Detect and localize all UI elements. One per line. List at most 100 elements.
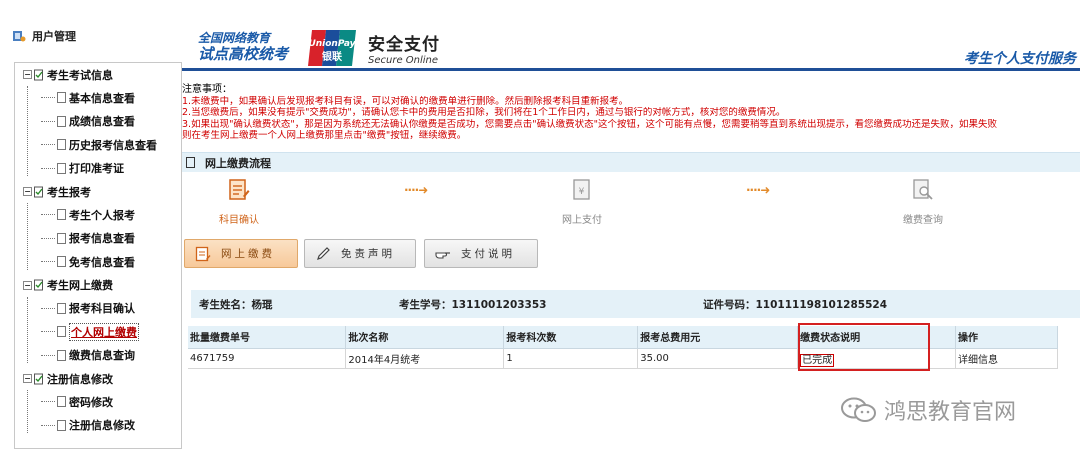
page-header: 全国网络教育 试点高校统考 UnionPay 银联 安全支付 Secure On… — [182, 0, 1080, 78]
sidebar-title: 用户管理 — [12, 28, 76, 44]
collapse-icon[interactable]: − — [23, 70, 32, 79]
watermark-text: 鸿思教育官网 — [884, 400, 1017, 425]
disclaimer-label: 免责声明 — [341, 248, 395, 260]
step-label: 缴费查询 — [903, 215, 943, 226]
student-name: 考生姓名：杨琨 — [199, 298, 273, 311]
nav-tree: − 考生考试信息 基本信息查看 成绩信息查看 历史报考信息查看 打印准考证 − … — [14, 62, 182, 449]
svg-text:UnionPay: UnionPay — [308, 39, 356, 49]
student-info-bar: 考生姓名：杨琨 考生学号：1311001203353 证件号码：11011119… — [191, 290, 1080, 318]
sidebar-item-subject-confirm[interactable]: 报考科目确认 — [15, 297, 181, 321]
header-right-title: 考生个人支付服务 — [964, 51, 1076, 67]
collapse-icon[interactable]: − — [23, 374, 32, 383]
online-pay-label: 网上缴费 — [221, 248, 275, 260]
page-icon — [57, 349, 66, 361]
sidebar-item-exemption-info[interactable]: 免考信息查看 — [15, 250, 181, 274]
sidebar-item-payment-query[interactable]: 缴费信息查询 — [15, 344, 181, 368]
svg-text:银联: 银联 — [322, 50, 342, 63]
column-header: 缴费状态说明 — [797, 326, 957, 349]
notice-item: 3.如果出现"确认缴费状态"，那是因为系统还无法确认你缴费是否成功，您需要点击"… — [182, 118, 998, 130]
sidebar-item-scores[interactable]: 成绩信息查看 — [15, 110, 181, 134]
page-icon — [57, 115, 66, 127]
tree-parent-exam-info[interactable]: − 考生考试信息 — [15, 63, 181, 86]
detail-link[interactable]: 详细信息 — [955, 348, 1058, 369]
sidebar-item-history[interactable]: 历史报考信息查看 — [15, 133, 181, 157]
page-icon — [57, 256, 66, 268]
batch-number-cell: 4671759 — [188, 348, 347, 369]
header-divider — [182, 68, 1080, 71]
sidebar-item-password[interactable]: 密码修改 — [15, 390, 181, 414]
step-label: 网上支付 — [562, 215, 602, 226]
search-document-icon — [913, 179, 933, 200]
tree-parent-account[interactable]: − 注册信息修改 — [15, 367, 181, 390]
sidebar-item-personal-payment[interactable]: 个人网上缴费 — [15, 320, 181, 344]
secure-payment-label: 安全支付 Secure Online — [368, 35, 440, 66]
notice-item: 则在考生网上缴费一个人网上缴费那里点击"缴费"按钮，继续缴费。 — [182, 130, 467, 141]
table-header-row: 批量缴费单号 批次名称 报考科次数 报考总费用元 缴费状态说明 操作 — [188, 326, 1058, 349]
sidebar-item-personal-registration[interactable]: 考生个人报考 — [15, 203, 181, 227]
page-icon — [57, 92, 66, 104]
user-management-icon — [13, 31, 26, 42]
sidebar-item-edit-registration[interactable]: 注册信息修改 — [15, 414, 181, 438]
batch-name-cell: 2014年4月统考 — [345, 348, 505, 369]
page-icon — [57, 139, 66, 151]
arrow-right-icon: ····➜ — [404, 183, 428, 197]
tree-parent-registration[interactable]: − 考生报考 — [15, 180, 181, 203]
sidebar-item-registration-info[interactable]: 报考信息查看 — [15, 227, 181, 251]
collapse-icon[interactable]: − — [23, 187, 32, 196]
watermark: 鸿思教育官网 — [840, 394, 1016, 426]
disclaimer-button[interactable]: 免责声明 — [304, 239, 416, 268]
folder-icon — [34, 279, 43, 291]
folder-icon — [34, 373, 43, 384]
sidebar: 用户管理 − 考生考试信息 基本信息查看 成绩信息查看 历史报考信息查看 打印准… — [0, 0, 182, 453]
document-edit-icon — [229, 179, 250, 200]
table-row: 4671759 2014年4月统考 1 35.00 已完成 详细信息 — [188, 348, 1058, 369]
column-header: 报考总费用元 — [637, 326, 799, 349]
payment-table: 批量缴费单号 批次名称 报考科次数 报考总费用元 缴费状态说明 操作 46717… — [188, 326, 1058, 369]
unionpay-logo-icon: UnionPay 银联 — [308, 30, 357, 66]
wechat-icon — [841, 397, 876, 422]
sidebar-title-label: 用户管理 — [32, 30, 76, 43]
page-icon — [57, 396, 66, 408]
arrow-right-icon: ····➜ — [746, 183, 770, 197]
step-subject-confirm: 科目确认 — [214, 178, 264, 226]
page-icon — [57, 162, 66, 174]
payment-instructions-button[interactable]: 支付说明 — [424, 239, 538, 268]
exam-logo: 全国网络教育 试点高校统考 — [198, 31, 289, 63]
folder-icon — [34, 69, 43, 80]
tree-group-account: − 注册信息修改 密码修改 注册信息修改 — [15, 367, 181, 437]
column-header: 报考科次数 — [503, 326, 639, 349]
page-icon — [57, 419, 66, 431]
notice-item: 2.当您缴费后，如果没有提示"交费成功"，请确认您卡中的费用是否扣除，我们将在1… — [182, 107, 786, 118]
column-header: 批次名称 — [345, 326, 505, 349]
total-fee-cell: 35.00 — [637, 348, 799, 369]
tree-parent-online-payment[interactable]: − 考生网上缴费 — [15, 274, 181, 297]
page-icon — [57, 232, 66, 244]
page-icon — [57, 209, 66, 221]
page-icon — [57, 302, 66, 314]
tree-group-exam-info: − 考生考试信息 基本信息查看 成绩信息查看 历史报考信息查看 打印准考证 — [15, 63, 181, 180]
column-header: 批量缴费单号 — [188, 326, 347, 349]
svg-text:¥: ¥ — [579, 187, 585, 197]
notice-item: 1.未缴费中，如果确认后发现报考科目有误，可以对确认的缴费单进行删除。然后删除报… — [182, 95, 629, 107]
status-badge: 已完成 — [800, 353, 835, 367]
tree-group-registration: − 考生报考 考生个人报考 报考信息查看 免考信息查看 — [15, 180, 181, 274]
section-title: 网上缴费流程 — [205, 156, 271, 170]
document-edit-icon — [195, 246, 211, 261]
step-label: 科目确认 — [219, 215, 259, 226]
section-header: 网上缴费流程 — [182, 152, 1080, 172]
notice-panel: 注意事项： 1.未缴费中，如果确认后发现报考科目有误，可以对确认的缴费单进行删除… — [182, 84, 1080, 142]
pen-icon — [317, 246, 330, 260]
column-header: 操作 — [955, 326, 1058, 349]
online-pay-button[interactable]: 网上缴费 — [184, 239, 298, 268]
tree-group-online-payment: − 考生网上缴费 报考科目确认 个人网上缴费 缴费信息查询 — [15, 274, 181, 368]
student-id: 考生学号：1311001203353 — [399, 298, 547, 311]
payment-document-icon: ¥ — [573, 179, 590, 200]
collapse-icon[interactable]: − — [23, 280, 32, 290]
sidebar-item-basic-info[interactable]: 基本信息查看 — [15, 86, 181, 110]
section-icon — [186, 157, 195, 168]
sidebar-item-print-admission[interactable]: 打印准考证 — [15, 157, 181, 181]
subject-count-cell: 1 — [503, 348, 639, 369]
folder-icon — [34, 186, 43, 197]
pointing-hand-icon — [435, 251, 450, 259]
notice-title: 注意事项： — [182, 84, 232, 95]
